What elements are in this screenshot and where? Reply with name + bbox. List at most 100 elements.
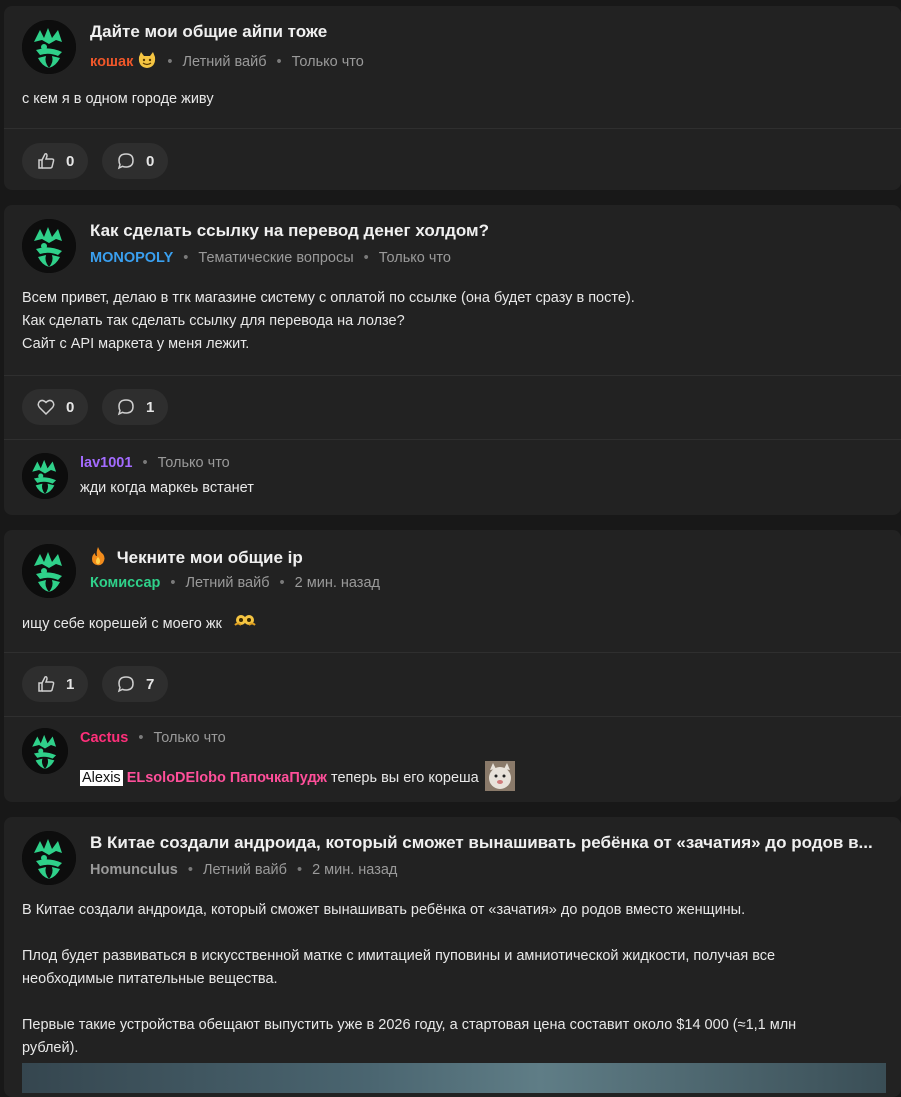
category-link[interactable]: Тематические вопросы — [198, 250, 353, 266]
post-time: 2 мин. назад — [294, 575, 380, 591]
avatar[interactable] — [22, 219, 76, 273]
comment-author[interactable]: lav1001 — [80, 455, 132, 471]
body-line: необходимые питательные вещества. — [22, 971, 278, 987]
comment-meta: lav1001 • Только что — [80, 455, 230, 471]
body-line: Как сделать так сделать ссылку для перев… — [22, 313, 405, 329]
post-title[interactable]: В Китае создали андроида, который сможет… — [90, 833, 890, 853]
comment-text: Alexis ELsoloDElobo ПапочкаПудж теперь в… — [80, 761, 515, 795]
like-button[interactable]: 1 — [22, 666, 89, 702]
rooster-logo-icon — [22, 219, 76, 273]
post-meta: Homunculus • Летний вайб • 2 мин. назад — [90, 862, 397, 878]
post-title[interactable]: Чекните мои общие ip — [90, 546, 890, 571]
post-title-text[interactable]: Чекните мои общие ip — [117, 548, 303, 567]
post-card: Как сделать ссылку на перевод денег холд… — [4, 205, 901, 515]
rooster-logo-icon — [22, 831, 76, 885]
comment-button[interactable]: 1 — [102, 389, 169, 425]
post-title[interactable]: Дайте мои общие айпи тоже — [90, 22, 890, 42]
post-time: Только что — [291, 53, 364, 70]
comment-author[interactable]: Cactus — [80, 730, 128, 746]
avatar[interactable] — [22, 453, 68, 499]
post-body: с кем я в одном городе живу — [22, 88, 214, 111]
post-header: Дайте мои общие айпи тоже кошак • Летний… — [22, 18, 892, 74]
eyes-hands-emoji-icon — [232, 612, 258, 636]
separator-dot: • — [363, 250, 369, 266]
fire-icon — [90, 546, 106, 571]
avatar[interactable] — [22, 728, 68, 774]
post-body: Всем привет, делаю в тгк магазине систем… — [22, 287, 635, 356]
author-name[interactable]: Homunculus — [90, 862, 178, 878]
comment-button[interactable]: 0 — [102, 143, 169, 179]
mention-link[interactable]: ELsoloDElobo — [127, 770, 226, 786]
post-meta: Комиссар • Летний вайб • 2 мин. назад — [90, 575, 380, 591]
comment-count: 1 — [146, 398, 155, 416]
post-card: В Китае создали андроида, который сможет… — [4, 817, 901, 1097]
divider — [4, 128, 901, 129]
separator-dot: • — [142, 455, 148, 471]
mention-link[interactable]: Alexis — [80, 769, 123, 786]
comment-preview[interactable]: lav1001 • Только что жди когда маркеь вс… — [22, 453, 882, 513]
comment-count: 0 — [146, 152, 155, 170]
body-line: Плод будет развиваться в искусственной м… — [22, 948, 776, 964]
separator-dot: • — [187, 862, 193, 878]
comment-time: Только что — [153, 730, 226, 746]
post-image[interactable] — [22, 1063, 886, 1093]
body-line: с кем я в одном городе живу — [22, 91, 214, 107]
comment-count: 7 — [146, 675, 155, 693]
cat-sticker-icon — [484, 761, 515, 795]
category-link[interactable]: Летний вайб — [183, 54, 267, 70]
comment-preview[interactable]: Cactus • Только что Alexis ELsoloDElobo … — [22, 728, 882, 791]
heart-icon — [36, 397, 56, 417]
post-card: Чекните мои общие ip Комиссар • Летний в… — [4, 530, 901, 802]
body-line — [22, 991, 796, 1014]
thumbs-up-icon — [36, 151, 56, 171]
separator-dot: • — [167, 53, 173, 70]
divider — [4, 375, 901, 376]
comment-time: Только что — [157, 455, 230, 471]
category-link[interactable]: Летний вайб — [203, 862, 287, 878]
comment-text: жди когда маркеь встанет — [80, 480, 254, 496]
post-header: Как сделать ссылку на перевод денег холд… — [22, 217, 892, 273]
body-line: рублей). — [22, 1040, 79, 1056]
avatar[interactable] — [22, 544, 76, 598]
body-line: Всем привет, делаю в тгк магазине систем… — [22, 290, 635, 306]
post-title[interactable]: Как сделать ссылку на перевод денег холд… — [90, 221, 890, 241]
avatar[interactable] — [22, 831, 76, 885]
category-link[interactable]: Летний вайб — [186, 575, 270, 591]
thread-feed: Дайте мои общие айпи тоже кошак • Летний… — [0, 0, 901, 1097]
body-line — [22, 922, 796, 945]
post-header: В Китае создали андроида, который сможет… — [22, 829, 892, 885]
separator-dot: • — [170, 575, 176, 591]
comment-bubble-icon — [116, 151, 136, 171]
comment-button[interactable]: 7 — [102, 666, 169, 702]
divider — [4, 652, 901, 653]
like-count: 1 — [66, 675, 75, 693]
author-name[interactable]: кошак — [90, 54, 133, 70]
like-button[interactable]: 0 — [22, 143, 89, 179]
post-meta: MONOPOLY • Тематические вопросы • Только… — [90, 250, 451, 266]
rooster-logo-icon — [22, 20, 76, 74]
post-card: Дайте мои общие айпи тоже кошак • Летний… — [4, 6, 901, 190]
post-meta: кошак • Летний вайб • Только что — [90, 51, 364, 73]
thumbs-up-icon — [36, 674, 56, 694]
author-name[interactable]: MONOPOLY — [90, 250, 173, 266]
author-name[interactable]: Комиссар — [90, 575, 160, 591]
like-button[interactable]: 0 — [22, 389, 89, 425]
comment-bubble-icon — [116, 674, 136, 694]
separator-dot: • — [276, 53, 282, 70]
body-line: Первые такие устройства обещают выпустит… — [22, 1017, 797, 1033]
post-body: В Китае создали андроида, который сможет… — [22, 899, 796, 1060]
rooster-logo-icon — [22, 728, 68, 774]
comment-meta: Cactus • Только что — [80, 730, 226, 746]
mention-link[interactable]: ПапочкаПудж — [230, 770, 327, 786]
avatar[interactable] — [22, 20, 76, 74]
body-line: ищу себе корешей с моего жк — [22, 615, 222, 632]
divider — [4, 716, 901, 717]
rooster-logo-icon — [22, 544, 76, 598]
post-body: ищу себе корешей с моего жк — [22, 612, 258, 636]
separator-dot: • — [296, 862, 303, 878]
divider — [4, 439, 901, 440]
body-line: В Китае создали андроида, который сможет… — [22, 902, 746, 918]
body-line: Сайт с API маркета у меня лежит. — [22, 336, 250, 352]
like-count: 0 — [66, 398, 75, 416]
comment-body: теперь вы его кореша — [330, 769, 479, 786]
